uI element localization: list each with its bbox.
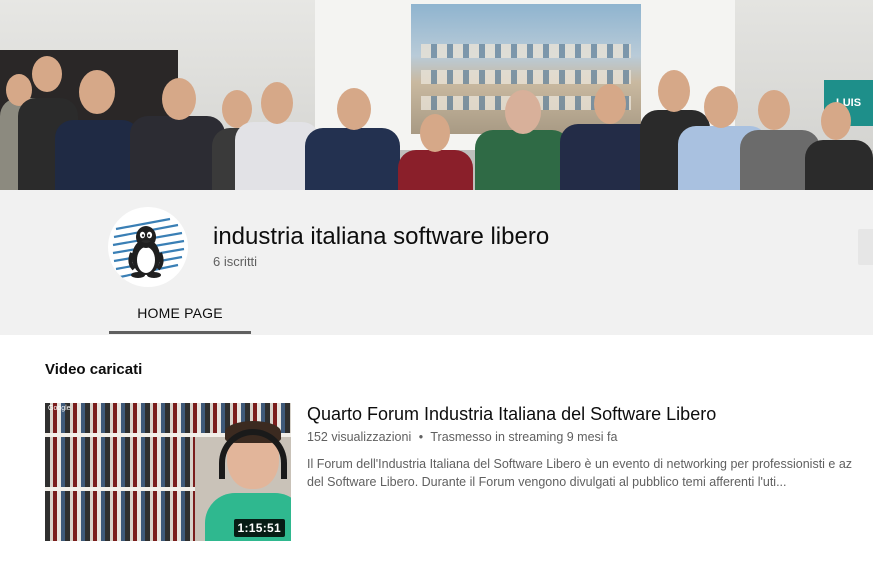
banner-person — [805, 102, 873, 190]
meta-separator: • — [418, 430, 424, 444]
tab-home-page[interactable]: HOME PAGE — [109, 291, 251, 334]
video-meta: 152 visualizzazioni • Trasmesso in strea… — [307, 430, 617, 444]
subscribe-button-edge[interactable] — [858, 229, 873, 265]
video-description-line: Il Forum dell'Industria Italiana del Sof… — [307, 457, 853, 471]
banner-person — [398, 114, 473, 190]
video-view-count: 152 visualizzazioni — [307, 430, 412, 444]
subscriber-count: 6 iscritti — [213, 254, 258, 269]
banner-person — [55, 70, 140, 190]
banner-person — [130, 78, 225, 190]
channel-avatar[interactable] — [108, 207, 188, 287]
video-description: Il Forum dell'Industria Italiana del Sof… — [307, 455, 873, 491]
section-title: Video caricati — [45, 361, 143, 378]
video-streamed-time: Trasmesso in streaming 9 mesi fa — [430, 430, 618, 444]
banner-person — [305, 88, 400, 190]
tux-penguin-icon — [112, 217, 185, 279]
channel-banner: LUIS — [0, 0, 873, 190]
banner-person — [475, 90, 570, 190]
video-thumbnail[interactable]: Google 1:15:51 — [45, 403, 291, 541]
thumbnail-corner-label: Google — [48, 405, 71, 412]
tab-selected-indicator — [109, 331, 251, 334]
video-description-line: del Software Libero. Durante il Forum ve… — [307, 475, 787, 489]
video-duration-badge: 1:15:51 — [233, 519, 285, 537]
video-title-link[interactable]: Quarto Forum Industria Italiana del Soft… — [307, 404, 716, 425]
channel-name: industria italiana software libero — [213, 223, 550, 250]
